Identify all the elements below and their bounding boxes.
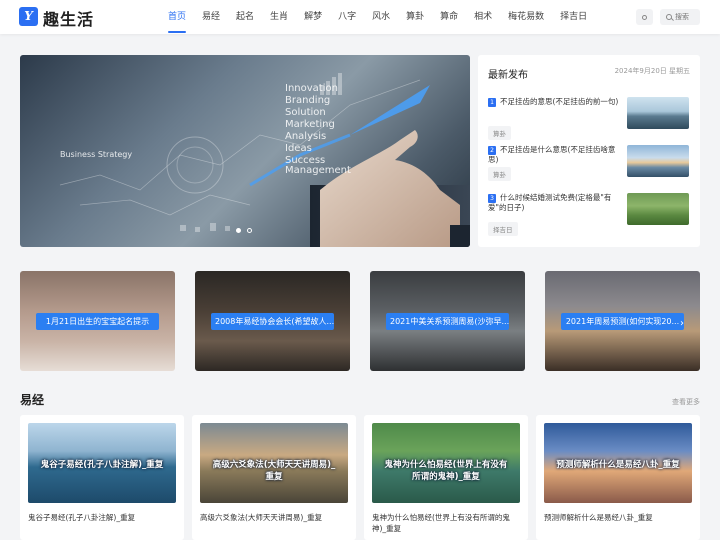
theme-toggle-button[interactable] [636,9,653,25]
card-image[interactable]: 高级六爻象法(大师天天讲周易)_重复 [200,423,348,503]
latest-title: 最新发布 [488,70,528,81]
post-number: 1 [488,98,496,107]
latest-post[interactable]: 2 不足挂齿是什么意思(不足挂齿啥意思) 算卦 [488,145,690,195]
card-title[interactable]: 高级六爻象法(大师天天讲周易)_重复 [200,512,350,523]
nav-item-meihua[interactable]: 梅花易数 [500,0,552,34]
post-number: 2 [488,146,496,155]
view-more-link[interactable]: 查看更多 [672,397,700,407]
feature-card[interactable]: 1月21日出生的宝宝起名提示 [20,271,175,371]
logo-icon[interactable]: Y [19,7,38,26]
banner-carousel[interactable]: Innovation Branding Solution Marketing A… [20,55,470,247]
post-tag[interactable]: 择吉日 [488,222,518,236]
card-image[interactable]: 鬼谷子易经(孔子八卦注解)_重复 [28,423,176,503]
banner-word: Solution [285,107,326,118]
feature-card[interactable]: 2021年周易预测(如何实现20... [545,271,700,371]
card-title[interactable]: 鬼神为什么怕易经(世界上有没有所谓的鬼神)_重复 [372,512,522,534]
chevron-right-icon[interactable]: › [680,318,684,329]
post-thumbnail[interactable] [627,193,689,225]
post-title-line[interactable]: 1 不足挂齿的意思(不足挂齿的前一句) [488,97,622,107]
card-image[interactable]: 预测师解析什么是易经八卦_重复 [544,423,692,503]
sun-icon [642,14,647,20]
banner-word: Marketing [285,119,335,130]
site-header: Y 趣生活 首页 易经 起名 生肖 解梦 八字 风水 算卦 算命 相术 梅花易数… [0,0,720,34]
banner-word: Branding [285,95,331,106]
card-image-text: 鬼谷子易经(孔子八卦注解)_重复 [40,460,164,470]
feature-label[interactable]: 2008年易经协会会长(希望故人... [211,313,334,330]
search-box[interactable] [660,9,700,25]
nav-item-dream[interactable]: 解梦 [296,0,330,34]
banner-word: Management [285,165,351,176]
nav-item-suanming[interactable]: 算命 [432,0,466,34]
card-image-text: 鬼神为什么怕易经(世界上有没有所谓的鬼神)_重复 [384,460,508,482]
feature-card[interactable]: 2021中美关系预测周易(沙弥早... [370,271,525,371]
feature-label[interactable]: 2021中美关系预测周易(沙弥早... [386,313,509,330]
nav-item-home[interactable]: 首页 [160,0,194,34]
feature-label[interactable]: 2021年周易预测(如何实现20... [561,313,684,330]
nav-item-zodiac[interactable]: 生肖 [262,0,296,34]
latest-post[interactable]: 3 什么时候结婚测试免费(定格最"有爱"的日子) 择吉日 [488,193,690,243]
nav-item-suangua[interactable]: 算卦 [398,0,432,34]
post-tag[interactable]: 算卦 [488,126,511,140]
feature-card[interactable]: 2008年易经协会会长(希望故人... [195,271,350,371]
section-title: 易经 [20,393,45,407]
post-title[interactable]: 不足挂齿的意思(不足挂齿的前一句) [500,97,618,106]
carousel-dot[interactable] [247,228,252,233]
nav-item-xiangshu[interactable]: 相术 [466,0,500,34]
carousel-dots [236,228,252,233]
latest-date: 2024年9月20日 星期五 [614,67,690,75]
banner-word: Analysis [285,131,327,142]
card-title[interactable]: 预测师解析什么是易经八卦_重复 [544,512,694,523]
main-nav: 首页 易经 起名 生肖 解梦 八字 风水 算卦 算命 相术 梅花易数 择吉日 [160,0,595,34]
search-input[interactable] [675,13,697,21]
nav-item-fengshui[interactable]: 风水 [364,0,398,34]
post-title-line[interactable]: 2 不足挂齿是什么意思(不足挂齿啥意思) [488,145,622,165]
banner-word: Business Strategy [60,150,133,159]
card-image-text: 预测师解析什么是易经八卦_重复 [556,460,680,470]
nav-item-yijing[interactable]: 易经 [194,0,228,34]
article-card[interactable]: 预测师解析什么是易经八卦_重复 预测师解析什么是易经八卦_重复 [536,415,700,540]
banner-word: Ideas [285,143,312,154]
nav-item-naming[interactable]: 起名 [228,0,262,34]
site-name[interactable]: 趣生活 [43,6,94,30]
post-title[interactable]: 什么时候结婚测试免费(定格最"有爱"的日子) [488,193,611,212]
card-image-text: 高级六爻象法(大师天天讲周易)_重复 [212,460,336,482]
post-thumbnail[interactable] [627,145,689,177]
article-card[interactable]: 高级六爻象法(大师天天讲周易)_重复 高级六爻象法(大师天天讲周易)_重复 [192,415,356,540]
card-title[interactable]: 鬼谷子易经(孔子八卦注解)_重复 [28,512,178,523]
post-number: 3 [488,194,496,203]
latest-post[interactable]: 1 不足挂齿的意思(不足挂齿的前一句) 算卦 [488,97,690,147]
post-title-line[interactable]: 3 什么时候结婚测试免费(定格最"有爱"的日子) [488,193,622,213]
search-icon [666,14,672,20]
post-tag[interactable]: 算卦 [488,167,511,181]
banner-word: Innovation [285,83,338,94]
article-card[interactable]: 鬼谷子易经(孔子八卦注解)_重复 鬼谷子易经(孔子八卦注解)_重复 [20,415,184,540]
carousel-dot[interactable] [236,228,241,233]
card-image[interactable]: 鬼神为什么怕易经(世界上有没有所谓的鬼神)_重复 [372,423,520,503]
article-card[interactable]: 鬼神为什么怕易经(世界上有没有所谓的鬼神)_重复 鬼神为什么怕易经(世界上有没有… [364,415,528,540]
nav-item-bazi[interactable]: 八字 [330,0,364,34]
latest-panel: 最新发布 2024年9月20日 星期五 1 不足挂齿的意思(不足挂齿的前一句) 算… [478,55,700,247]
feature-label[interactable]: 1月21日出生的宝宝起名提示 [36,313,159,330]
post-thumbnail[interactable] [627,97,689,129]
post-title[interactable]: 不足挂齿是什么意思(不足挂齿啥意思) [488,145,615,164]
nav-item-zejiri[interactable]: 择吉日 [552,0,595,34]
